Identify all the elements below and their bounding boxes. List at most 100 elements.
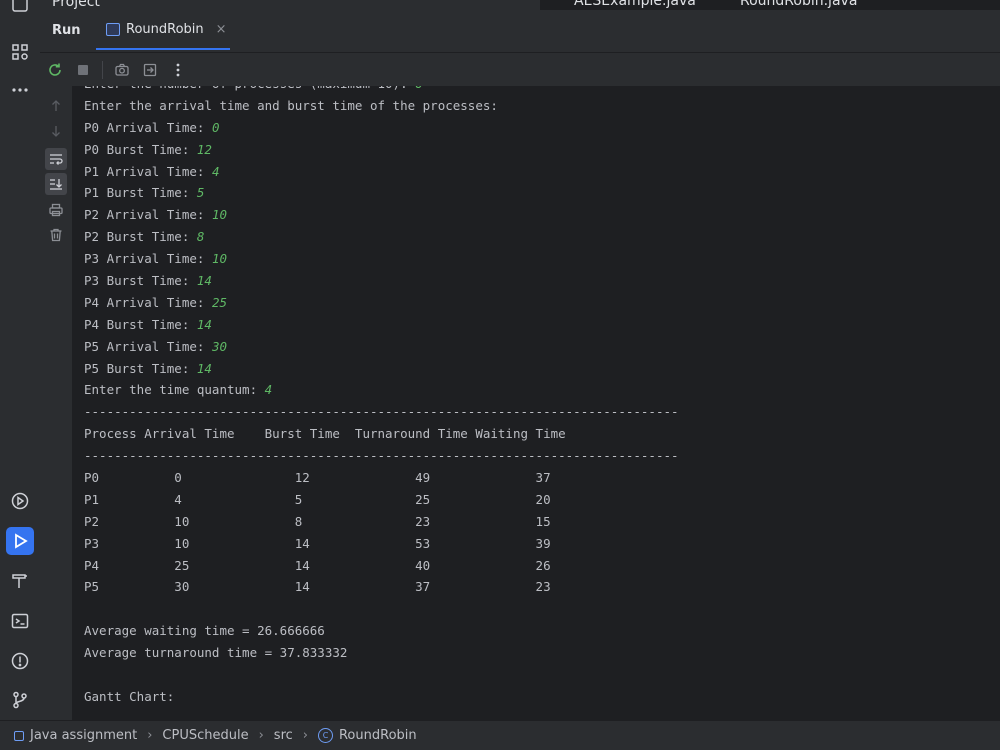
output-text: P5 Arrival Time:: [84, 338, 212, 354]
output-text: Process Arrival Time Burst Time Turnarou…: [84, 426, 566, 442]
more-tools-icon[interactable]: [6, 76, 34, 104]
output-text: Gantt Chart:: [84, 688, 175, 704]
trash-icon[interactable]: [45, 224, 67, 246]
run-tool-header: Run RoundRobin ×: [40, 10, 1000, 53]
breadcrumb-separator: ›: [258, 728, 264, 743]
output-text: Enter the number of processes (maximum 1…: [84, 86, 415, 91]
run-tab-label: RoundRobin: [126, 21, 204, 37]
console-line: P5 Burst Time: 14: [84, 358, 679, 380]
console-output[interactable]: Enter the number of processes (maximum 1…: [72, 86, 1000, 720]
camera-icon[interactable]: [113, 61, 131, 79]
project-label[interactable]: Project: [52, 0, 100, 10]
user-input: 25: [211, 294, 227, 310]
editor-tabs: AESExample.java RoundRobin.java: [540, 0, 1000, 10]
print-icon[interactable]: [45, 199, 67, 221]
structure-tool-icon[interactable]: [6, 38, 34, 66]
left-tool-bar: [0, 0, 41, 720]
more-options-icon[interactable]: [169, 61, 187, 79]
user-input: 5: [196, 185, 205, 201]
toolbar-divider: [102, 60, 103, 79]
rerun-icon[interactable]: [46, 61, 64, 79]
run-panel-title: Run: [52, 23, 81, 38]
output-text: P3 10 14 53 39: [84, 535, 551, 551]
editor-tab-aesexample[interactable]: AESExample.java: [574, 0, 696, 9]
output-text: P0 Burst Time:: [84, 141, 197, 157]
user-input: 14: [196, 360, 212, 376]
scroll-down-icon[interactable]: [45, 120, 67, 142]
console-line: P0 Burst Time: 12: [84, 139, 679, 161]
output-text: Enter the time quantum:: [84, 382, 265, 398]
output-text: P2 Arrival Time:: [84, 207, 212, 223]
user-input: 8: [196, 229, 205, 245]
user-input: 10: [211, 207, 227, 223]
build-tool-icon[interactable]: [6, 567, 34, 595]
problems-tool-icon[interactable]: [6, 647, 34, 675]
console-line: Enter the arrival time and burst time of…: [84, 95, 679, 117]
user-input: 4: [211, 163, 220, 179]
console-line: P0 Arrival Time: 0: [84, 117, 679, 139]
console-gutter: [40, 86, 72, 720]
user-input: 14: [196, 273, 212, 289]
top-strip: Project AESExample.java RoundRobin.java: [40, 0, 1000, 10]
scroll-up-icon[interactable]: [45, 95, 67, 117]
breadcrumb: Java assignment › CPUSchedule › src › C …: [0, 720, 1000, 750]
console-line: Average turnaround time = 37.833332: [84, 642, 679, 664]
output-text: P4 25 14 40 26: [84, 557, 551, 573]
breadcrumb-project[interactable]: Java assignment: [30, 728, 137, 743]
console-line: P5 Arrival Time: 30: [84, 336, 679, 358]
breadcrumb-folder[interactable]: src: [274, 728, 293, 743]
services-tool-icon[interactable]: [6, 487, 34, 515]
output-text: ----------------------------------------…: [84, 448, 679, 464]
editor-tab-roundrobin[interactable]: RoundRobin.java: [740, 0, 857, 9]
soft-wrap-icon[interactable]: [45, 148, 67, 170]
exit-icon[interactable]: [141, 61, 159, 79]
user-input: 30: [211, 338, 227, 354]
run-config-icon: [106, 22, 120, 36]
output-text: P2 10 8 23 15: [84, 513, 551, 529]
run-tool-icon[interactable]: [6, 527, 34, 555]
breadcrumb-module[interactable]: CPUSchedule: [162, 728, 248, 743]
scroll-to-end-icon[interactable]: [45, 173, 67, 195]
output-text: P3 Burst Time:: [84, 273, 197, 289]
user-input: 14: [196, 316, 212, 332]
console-line: Enter the number of processes (maximum 1…: [84, 86, 679, 95]
run-toolbar: [40, 53, 1000, 86]
output-text: P1 Arrival Time:: [84, 163, 212, 179]
console-line: Enter the time quantum: 4: [84, 379, 679, 401]
stop-icon[interactable]: [74, 61, 92, 79]
console-lines: Enter the number of processes (maximum 1…: [84, 86, 679, 708]
user-input: 0: [211, 119, 220, 135]
project-tool-icon[interactable]: [6, 0, 34, 18]
output-text: P2 Burst Time:: [84, 229, 197, 245]
console-line: P1 Arrival Time: 4: [84, 161, 679, 183]
output-text: P0 Arrival Time:: [84, 119, 212, 135]
console-line: P2 Arrival Time: 10: [84, 204, 679, 226]
git-tool-icon[interactable]: [6, 686, 34, 714]
output-text: P3 Arrival Time:: [84, 251, 212, 267]
close-icon[interactable]: ×: [216, 22, 227, 37]
user-input: 12: [196, 141, 212, 157]
output-text: P0 0 12 49 37: [84, 470, 551, 486]
console-line: P3 Arrival Time: 10: [84, 248, 679, 270]
breadcrumb-class[interactable]: RoundRobin: [339, 728, 417, 743]
console-line: Gantt Chart:: [84, 686, 679, 708]
console-line: ----------------------------------------…: [84, 401, 679, 423]
output-text: Enter the arrival time and burst time of…: [84, 97, 498, 113]
console-line: Average waiting time = 26.666666: [84, 620, 679, 642]
output-text: ----------------------------------------…: [84, 404, 679, 420]
output-text: P4 Arrival Time:: [84, 294, 212, 310]
output-text: P1 Burst Time:: [84, 185, 197, 201]
console-line: P1 4 5 25 20: [84, 489, 679, 511]
run-tab-roundrobin[interactable]: RoundRobin ×: [96, 10, 230, 50]
output-text: P4 Burst Time:: [84, 316, 197, 332]
terminal-tool-icon[interactable]: [6, 607, 34, 635]
console-line: P4 Burst Time: 14: [84, 314, 679, 336]
console-line: P1 Burst Time: 5: [84, 182, 679, 204]
console-line: P2 10 8 23 15: [84, 511, 679, 533]
console-line: P3 Burst Time: 14: [84, 270, 679, 292]
console-line: P2 Burst Time: 8: [84, 226, 679, 248]
console-line: P0 0 12 49 37: [84, 467, 679, 489]
module-icon: [14, 730, 24, 741]
user-input: 6: [415, 86, 423, 91]
